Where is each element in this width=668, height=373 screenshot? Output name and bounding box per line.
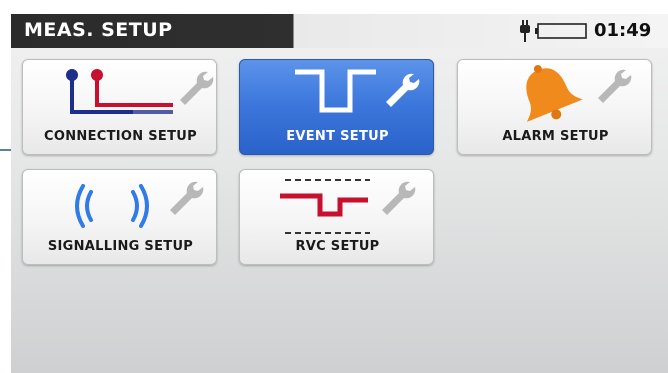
title-bar: MEAS. SETUP 01:49 bbox=[11, 14, 668, 48]
event-setup-button[interactable]: EVENT SETUP bbox=[239, 59, 434, 155]
rvc-setup-button[interactable]: RVC SETUP bbox=[239, 169, 434, 265]
connection-setup-button[interactable]: CONNECTION SETUP bbox=[22, 59, 217, 155]
signalling-setup-button[interactable]: SIGNALLING SETUP bbox=[22, 169, 217, 265]
wrench-icon bbox=[386, 73, 420, 107]
signalling-setup-label: SIGNALLING SETUP bbox=[47, 239, 194, 254]
wrench-icon bbox=[598, 69, 632, 103]
signal-waves-icon bbox=[75, 181, 204, 228]
connection-wires-icon bbox=[66, 69, 214, 114]
wrench-icon bbox=[180, 71, 214, 105]
rvc-setup-label: RVC SETUP bbox=[295, 239, 380, 254]
power-plug-icon bbox=[520, 20, 530, 42]
connection-setup-label: CONNECTION SETUP bbox=[44, 129, 197, 144]
wrench-icon bbox=[170, 181, 204, 215]
bell-icon bbox=[526, 64, 632, 122]
clock-time: 01:49 bbox=[594, 20, 652, 41]
device-screen: MEAS. SETUP 01:49 CONNECTION SETUP EVENT… bbox=[11, 14, 668, 373]
battery-icon bbox=[535, 23, 587, 39]
left-edge-marker bbox=[0, 149, 11, 151]
alarm-setup-label: ALARM SETUP bbox=[502, 129, 609, 144]
alarm-setup-button[interactable]: ALARM SETUP bbox=[457, 59, 652, 155]
page-title: MEAS. SETUP bbox=[24, 19, 173, 41]
event-setup-label: EVENT SETUP bbox=[286, 129, 389, 144]
rapid-voltage-change-icon bbox=[280, 179, 416, 234]
wrench-icon bbox=[382, 181, 416, 215]
voltage-dip-icon bbox=[295, 69, 420, 113]
